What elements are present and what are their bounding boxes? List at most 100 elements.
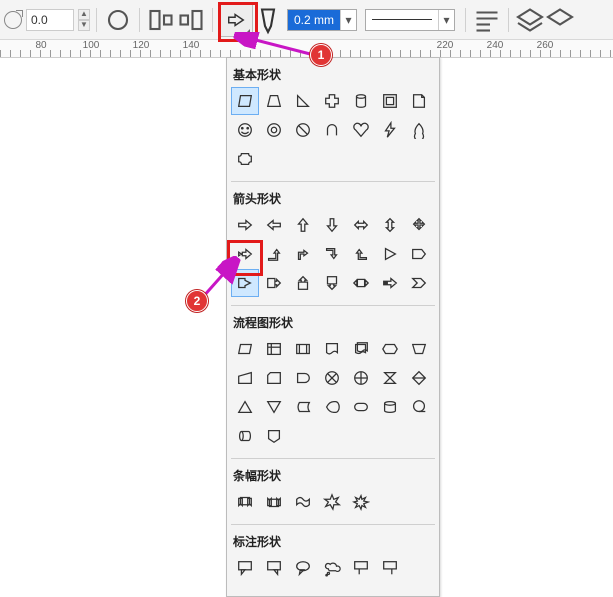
arrow-corner-up[interactable] [347,240,375,268]
arrow-up[interactable] [289,211,317,239]
shape-arch[interactable] [318,116,346,144]
shape-plaque[interactable] [231,145,259,173]
ruler-label: 80 [35,40,46,51]
chevron-down-icon[interactable]: ▾ [438,10,454,30]
flow-preparation[interactable] [376,335,404,363]
flow-card[interactable] [260,364,288,392]
flow-summing[interactable] [318,364,346,392]
flow-direct-access[interactable] [231,422,259,450]
arrow-callout-box[interactable] [260,269,288,297]
flow-predefined[interactable] [289,335,317,363]
mirror-horizontal-button[interactable] [103,5,133,35]
shape-smiley[interactable] [231,116,259,144]
arrow-up-down[interactable] [376,211,404,239]
shape-cylinder[interactable] [347,87,375,115]
shape-lightning[interactable] [376,116,404,144]
flow-manual-input[interactable] [231,364,259,392]
chevron-down-icon[interactable]: ▾ [340,10,356,30]
arrow-bent-right[interactable] [289,240,317,268]
banner-explosion-2[interactable] [347,488,375,516]
arrow-right[interactable] [231,211,259,239]
section-arrow-shapes: 箭头形状 [231,186,435,211]
arrow-left-right[interactable] [347,211,375,239]
annotation-arrow-1 [232,32,322,62]
callout-rect-1[interactable] [231,554,259,582]
arrow-chevron-right[interactable] [405,269,433,297]
shape-frame[interactable] [376,87,404,115]
outline-width-combo[interactable]: 0.2 mm ▾ [287,9,357,31]
flowchart-shapes-grid [231,335,435,454]
flow-internal-storage[interactable] [260,335,288,363]
flow-sort[interactable] [405,364,433,392]
rotation-input[interactable] [26,9,74,31]
shape-right-triangle[interactable] [289,87,317,115]
section-callout-shapes: 标注形状 [231,529,435,554]
outline-pen-button[interactable] [253,5,283,35]
callout-shapes-grid [231,554,435,586]
basic-shapes-grid [231,87,435,177]
rotation-icon [4,11,22,29]
flow-data[interactable] [231,335,259,363]
arrow-quad[interactable] [405,211,433,239]
ruler-label: 240 [487,40,504,51]
flow-terminator[interactable] [347,393,375,421]
shape-parallelogram[interactable] [231,87,259,115]
arrow-pentagon[interactable] [405,240,433,268]
banner-shapes-grid [231,488,435,520]
rotation-control: ▲▼ [4,9,90,31]
arrow-callout-lr[interactable] [347,269,375,297]
shape-no-symbol[interactable] [289,116,317,144]
shape-cross[interactable] [318,87,346,115]
arrow-corner-down[interactable] [318,240,346,268]
layers-button-1[interactable] [515,5,545,35]
arrow-bent-up[interactable] [260,240,288,268]
section-banner-shapes: 条幅形状 [231,463,435,488]
arrow-play[interactable] [376,240,404,268]
callout-line-2[interactable] [376,554,404,582]
flow-stored-data[interactable] [289,393,317,421]
flow-tape[interactable] [405,393,433,421]
flow-delay[interactable] [289,364,317,392]
line-style-combo[interactable]: ▾ [365,9,455,31]
flow-magnetic-disk[interactable] [376,393,404,421]
outline-width-value: 0.2 mm [288,10,340,30]
shape-folded-corner[interactable] [405,87,433,115]
banner-explosion-1[interactable] [318,488,346,516]
banner-ribbon-up[interactable] [260,488,288,516]
banner-ribbon-down[interactable] [231,488,259,516]
arrow-down[interactable] [318,211,346,239]
banner-wave[interactable] [289,488,317,516]
annotation-marker-1: 1 [310,44,332,66]
shape-donut[interactable] [260,116,288,144]
callout-line-1[interactable] [347,554,375,582]
arrow-striped-right[interactable] [376,269,404,297]
rotation-spinner[interactable]: ▲▼ [78,9,90,31]
ruler-label: 100 [83,40,100,51]
ruler-label: 260 [537,40,554,51]
flow-offpage[interactable] [260,422,288,450]
flow-document[interactable] [318,335,346,363]
arrow-callout-down[interactable] [318,269,346,297]
flow-extract[interactable] [231,393,259,421]
flow-or[interactable] [347,364,375,392]
shape-teardrop[interactable] [405,116,433,144]
align-distribute-button-1[interactable] [146,5,176,35]
flow-merge[interactable] [260,393,288,421]
arrow-left[interactable] [260,211,288,239]
flow-manual-op[interactable] [405,335,433,363]
shape-heart[interactable] [347,116,375,144]
callout-oval[interactable] [289,554,317,582]
wrap-text-button[interactable] [472,5,502,35]
callout-cloud[interactable] [318,554,346,582]
callout-rect-2[interactable] [260,554,288,582]
flow-multidoc[interactable] [347,335,375,363]
align-distribute-button-2[interactable] [176,5,206,35]
line-style-value [366,10,438,30]
ruler-label: 140 [183,40,200,51]
shape-trapezoid[interactable] [260,87,288,115]
flow-collate[interactable] [376,364,404,392]
flow-display[interactable] [318,393,346,421]
annotation-marker-2: 2 [186,290,208,312]
layers-button-2[interactable] [545,5,575,35]
arrow-callout-up[interactable] [289,269,317,297]
